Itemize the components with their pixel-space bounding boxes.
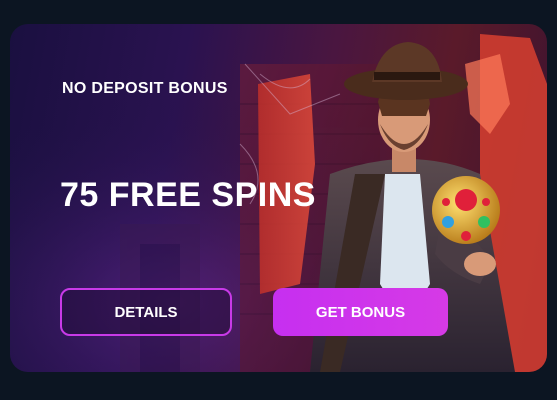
bonus-headline: 75 FREE SPINS bbox=[60, 176, 316, 214]
get-bonus-button[interactable]: GET BONUS bbox=[273, 288, 448, 336]
golden-artifact-icon bbox=[432, 176, 500, 244]
details-button[interactable]: DETAILS bbox=[60, 288, 232, 336]
details-button-label: DETAILS bbox=[114, 303, 178, 321]
bonus-type-label: NO DEPOSIT BONUS bbox=[62, 80, 228, 97]
bonus-card: NO DEPOSIT BONUS 75 FREE SPINS DETAILS G… bbox=[10, 24, 547, 372]
get-bonus-button-label: GET BONUS bbox=[315, 303, 406, 321]
